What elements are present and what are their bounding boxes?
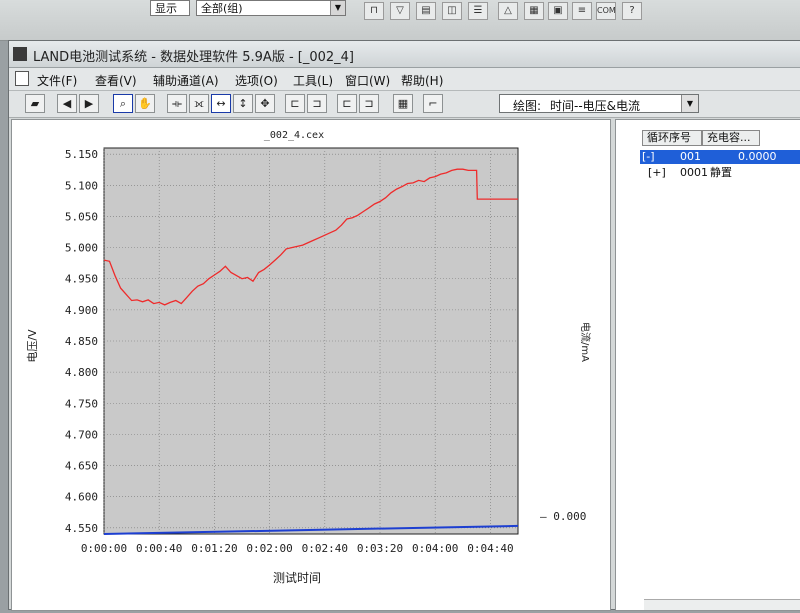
title-bar[interactable]: LAND电池测试系统 - 数据处理软件 5.9A版 - [_002_4] xyxy=(9,41,800,68)
y-tick-label: 5.050 xyxy=(65,210,98,223)
doc-icon[interactable]: ▤ xyxy=(416,2,436,20)
step-type: 静置 xyxy=(710,166,732,179)
collapse-toggle[interactable]: [-] xyxy=(642,150,655,164)
y2-tick-label: — 0.000 xyxy=(540,510,586,523)
horizontal-scrollbar[interactable] xyxy=(644,599,800,610)
zoom-icon[interactable]: ⌕ xyxy=(113,94,133,113)
plot-type-value: 时间--电压&电流 xyxy=(550,99,641,113)
x-tick-label: 0:03:20 xyxy=(357,542,403,555)
x-tick-label: 0:00:40 xyxy=(136,542,182,555)
open-folder-icon[interactable]: ▰ xyxy=(25,94,45,113)
cycle-tree-panel: 循环序号 充电容... [-] 001 0.0000 [+] 0001 静置 xyxy=(615,119,800,611)
x-axis-label: 测试时间 xyxy=(273,570,321,585)
y2-axis-ticks: — 0.000 xyxy=(540,510,586,523)
menu-help[interactable]: 帮助(H) xyxy=(401,72,443,89)
cycle-id: 001 xyxy=(680,150,701,163)
expand-x-icon[interactable]: ⟛ xyxy=(167,94,187,113)
help-label: ? xyxy=(629,5,635,16)
image-icon[interactable]: ▣ xyxy=(548,2,568,20)
arrow-right-icon[interactable]: ▶ xyxy=(79,94,99,113)
group-select-value: 全部(组) xyxy=(201,2,243,15)
filter-icon[interactable]: ⊓ xyxy=(364,2,384,20)
stack-icon[interactable]: ≡ xyxy=(572,2,592,20)
plot-type-label: 绘图: xyxy=(513,99,542,113)
chevron-down-icon: ▼ xyxy=(681,95,698,112)
step-id: 0001 xyxy=(680,166,708,179)
cursor-icon[interactable]: ⌐ xyxy=(423,94,443,113)
grid-icon[interactable]: ▦ xyxy=(393,94,413,113)
display-mode-value: 显示 xyxy=(155,2,177,15)
menu-aux-channel[interactable]: 辅助通道(A) xyxy=(153,72,219,89)
y-tick-label: 4.950 xyxy=(65,273,98,286)
cup-icon[interactable]: ▽ xyxy=(390,2,410,20)
y-tick-label: 4.700 xyxy=(65,428,98,441)
menu-view[interactable]: 查看(V) xyxy=(95,72,137,89)
fit-height-icon[interactable]: ↕ xyxy=(233,94,253,113)
help-icon[interactable]: ? xyxy=(622,2,642,20)
axis-left-icon[interactable]: ⊏ xyxy=(285,94,305,113)
menu-options[interactable]: 选项(O) xyxy=(235,72,278,89)
menu-tools[interactable]: 工具(L) xyxy=(293,72,333,89)
app-icon xyxy=(13,47,27,61)
chart-title: _002_4.cex xyxy=(264,130,324,141)
y-axis-ticks: 5.150 5.100 5.050 5.000 4.950 4.900 4.850 4.800… xyxy=(65,148,98,535)
group-select[interactable]: 全部(组) ▼ xyxy=(196,0,346,16)
align-left-icon[interactable]: ⊏ xyxy=(337,94,357,113)
com-icon[interactable]: COM xyxy=(596,2,616,20)
y-tick-label: 4.550 xyxy=(65,522,98,535)
y-tick-label: 5.000 xyxy=(65,242,98,255)
hand-pan-icon[interactable]: ✋ xyxy=(135,94,155,113)
x-tick-label: 0:00:00 xyxy=(81,542,127,555)
align-right-icon[interactable]: ⊐ xyxy=(359,94,379,113)
main-window: LAND电池测试系统 - 数据处理软件 5.9A版 - [_002_4] 文件(… xyxy=(8,40,800,611)
y-tick-label: 4.650 xyxy=(65,460,98,473)
display-mode-select[interactable]: 显示 xyxy=(150,0,190,16)
x-tick-label: 0:02:00 xyxy=(246,542,292,555)
x-tick-label: 0:04:40 xyxy=(467,542,513,555)
arrow-left-icon[interactable]: ◀ xyxy=(57,94,77,113)
axis-right-icon[interactable]: ⊐ xyxy=(307,94,327,113)
fit-width-icon[interactable]: ↔ xyxy=(211,94,231,113)
window-title: LAND电池测试系统 - 数据处理软件 5.9A版 - [_002_4] xyxy=(33,50,355,65)
tree-header: 循环序号 充电容... xyxy=(616,130,800,146)
x-tick-label: 0:02:40 xyxy=(302,542,348,555)
y-tick-label: 4.850 xyxy=(65,335,98,348)
menu-bar: 文件(F) 查看(V) 辅助通道(A) 选项(O) 工具(L) 窗口(W) 帮助… xyxy=(9,68,800,91)
chart-panel: 5.150 5.100 5.050 5.000 4.950 4.900 4.850 4.800… xyxy=(11,119,611,611)
expand-toggle[interactable]: [+] xyxy=(648,166,666,180)
main-toolbar: ▰ ◀ ▶ ⌕ ✋ ⟛ ⟗ ↔ ↕ ✥ ⊏ ⊐ ⊏ ⊐ ▦ ⌐ 时间--电压&电… xyxy=(9,91,800,118)
fit-all-icon[interactable]: ✥ xyxy=(255,94,275,113)
tree-row-cycle-001[interactable]: [-] 001 0.0000 xyxy=(640,150,800,164)
background-app-toolbar: 显示 全部(组) ▼ ⊓ ▽ ▤ ◫ ☰ △ ▦ ▣ ≡ COM ? xyxy=(0,0,800,41)
x-axis-ticks: 0:00:00 0:00:40 0:01:20 0:02:00 0:02:40 0:03:… xyxy=(81,542,514,555)
y-tick-label: 5.100 xyxy=(65,179,98,192)
document-icon[interactable] xyxy=(15,71,29,86)
list-icon[interactable]: ☰ xyxy=(468,2,488,20)
menu-window[interactable]: 窗口(W) xyxy=(345,72,390,89)
menu-file[interactable]: 文件(F) xyxy=(37,72,77,89)
y-tick-label: 4.750 xyxy=(65,397,98,410)
voltage-current-chart[interactable]: 5.150 5.100 5.050 5.000 4.950 4.900 4.850 4.800… xyxy=(12,120,610,610)
com-label: COM xyxy=(597,6,616,15)
y-tick-label: 4.900 xyxy=(65,304,98,317)
y-tick-label: 4.600 xyxy=(65,491,98,504)
y-tick-label: 5.150 xyxy=(65,148,98,161)
cube-icon[interactable]: ◫ xyxy=(442,2,462,20)
column-charge-capacity[interactable]: 充电容... xyxy=(702,130,760,146)
shrink-x-icon[interactable]: ⟗ xyxy=(189,94,209,113)
y2-axis-label: 电流/mA xyxy=(579,322,592,362)
x-tick-label: 0:04:00 xyxy=(412,542,458,555)
y-tick-label: 4.800 xyxy=(65,366,98,379)
column-cycle-number[interactable]: 循环序号 xyxy=(642,130,702,146)
cycle-value: 0.0000 xyxy=(738,150,777,163)
x-tick-label: 0:01:20 xyxy=(191,542,237,555)
chevron-down-icon: ▼ xyxy=(330,1,345,15)
chart-icon[interactable]: ▦ xyxy=(524,2,544,20)
cone-icon[interactable]: △ xyxy=(498,2,518,20)
y-axis-label: 电压/V xyxy=(26,329,39,363)
